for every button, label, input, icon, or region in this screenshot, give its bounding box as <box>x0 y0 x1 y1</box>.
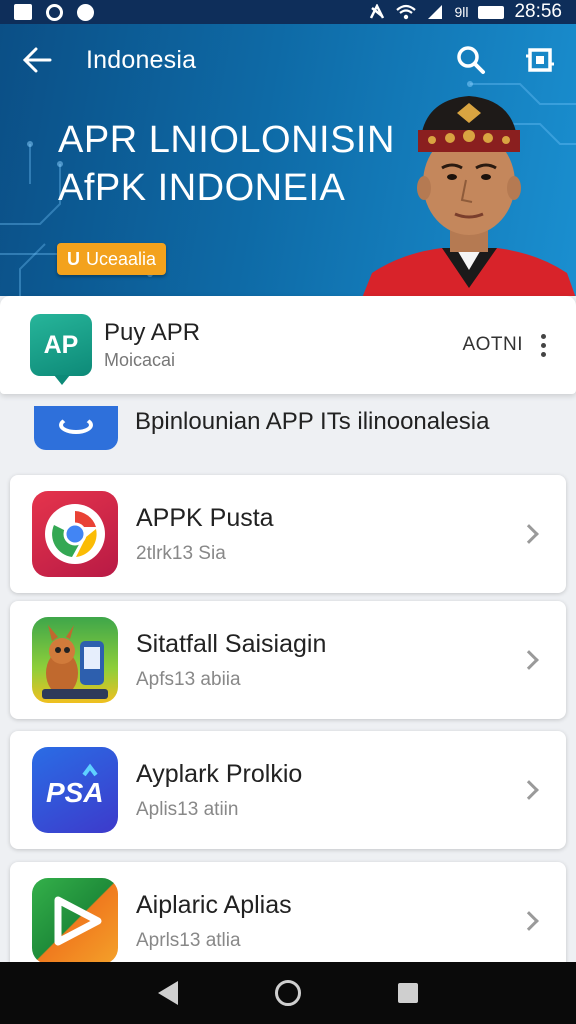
section-heading: Bpinlounian APP ITs ilinoonalesia <box>135 408 490 435</box>
nfc-icon <box>370 4 385 19</box>
list-item[interactable]: PSA Ayplark Prolkio Aplis13 atiin <box>10 731 566 849</box>
app-title: Sitatfall Saisiagin <box>136 629 327 658</box>
battery-icon <box>478 5 505 19</box>
play-icon <box>32 878 118 964</box>
gallery-notification-icon <box>14 4 32 20</box>
section-app-icon <box>34 406 118 450</box>
hero-headline: APR LNIOLONISIN AfPK INDONEIA <box>58 116 395 212</box>
app-notification-icon <box>77 3 94 21</box>
app-logo-text: AP <box>43 330 79 359</box>
back-arrow-icon[interactable] <box>22 47 52 73</box>
cartoon-squirrel-icon <box>32 617 118 703</box>
screen: 9ll 28:56 Indonesia APR LNIOLONISIN AfPK… <box>0 0 576 1024</box>
app-title: APPK Pusta <box>136 503 274 532</box>
chevron-right-icon <box>519 524 539 544</box>
app-subtitle: Aprls13 atlia <box>136 929 241 951</box>
app-logo: AP <box>30 314 92 385</box>
hero-line-2: AfPK INDONEIA <box>58 167 346 209</box>
list-item[interactable]: APPK Pusta 2tlrk13 Sia <box>10 475 566 593</box>
network-label: 9ll <box>454 4 469 20</box>
search-icon[interactable] <box>456 45 486 75</box>
app-subtitle: Apfs13 abiia <box>136 668 241 690</box>
chevron-right-icon <box>519 650 539 670</box>
status-bar: 9ll 28:56 <box>0 0 576 24</box>
app-subtitle: 2tlrk13 Sia <box>136 542 226 564</box>
sync-notification-icon <box>46 3 63 21</box>
wifi-icon <box>396 4 417 20</box>
app-bar: Indonesia <box>0 24 576 96</box>
psat-icon: PSA <box>32 747 118 833</box>
chevron-right-icon <box>519 911 539 931</box>
more-options-icon[interactable] <box>541 333 546 357</box>
clock: 28:56 <box>514 1 562 22</box>
section-header: Bpinlounian APP ITs ilinoonalesia <box>0 394 576 474</box>
page-title: Indonesia <box>86 45 197 74</box>
chrome-like-icon <box>32 491 118 577</box>
app-name: Puy APR <box>104 319 201 346</box>
action-button[interactable]: AOTNI <box>462 334 523 356</box>
nav-back-icon[interactable] <box>158 981 179 1005</box>
app-subtitle: Moicacai <box>104 350 176 370</box>
chevron-right-icon <box>519 780 539 800</box>
person-illustration <box>362 96 576 296</box>
badge-label: Uceaalia <box>86 248 157 269</box>
app-info-card[interactable]: AP Puy APR Moicacai AOTNI <box>0 296 576 394</box>
scan-icon[interactable] <box>526 46 554 74</box>
app-title: Aiplaric Aplias <box>136 890 292 919</box>
hero-banner: Indonesia APR LNIOLONISIN AfPK INDONEIA … <box>0 24 576 296</box>
nav-home-icon[interactable] <box>274 980 301 1006</box>
hero-badge-button[interactable]: U Uceaalia <box>57 243 167 275</box>
badge-prefix: U <box>67 248 80 269</box>
hero-line-1: APR LNIOLONISIN <box>58 119 395 161</box>
list-item[interactable]: Sitatfall Saisiagin Apfs13 abiia <box>10 601 566 719</box>
nav-recents-icon[interactable] <box>397 983 418 1003</box>
system-nav-bar <box>0 962 576 1024</box>
app-title: Ayplark Prolkio <box>136 759 303 788</box>
signal-icon <box>428 5 443 19</box>
app-subtitle: Aplis13 atiin <box>136 798 239 820</box>
